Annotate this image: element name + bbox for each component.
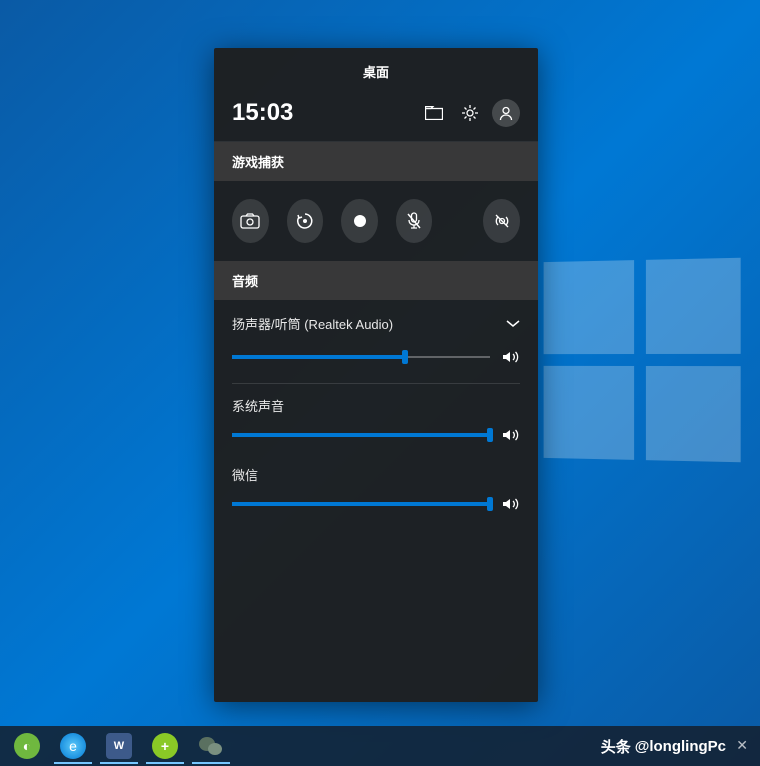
device-volume-slider[interactable] [232,347,490,367]
user-icon[interactable] [492,99,520,127]
taskbar-app1[interactable]: ◐ [4,728,50,764]
taskbar-wps[interactable]: W [96,728,142,764]
watermark-handle: @longlingPc [635,738,726,755]
mic-off-button[interactable] [396,199,433,243]
gamebar-header: 15:03 [214,91,538,142]
taskbar-edge[interactable]: e [50,728,96,764]
capture-spacer [450,199,465,243]
taskbar-wechat[interactable] [188,728,234,764]
gear-icon[interactable] [456,99,484,127]
volume-icon[interactable] [502,428,520,442]
folder-icon[interactable] [420,99,448,127]
capture-controls [214,181,538,261]
device-name: 扬声器/听筒 (Realtek Audio) [232,314,393,333]
mixer-wechat-row [232,494,520,514]
mixer-system-slider[interactable] [232,425,490,445]
gamebar-time: 15:03 [232,99,420,127]
mixer-label-system: 系统声音 [232,396,520,415]
record-last-button[interactable] [287,199,324,243]
gamebar-overlay: 桌面 15:03 游戏捕获 [214,48,538,702]
watermark-prefix: 头条 [601,736,631,757]
audio-body: 扬声器/听筒 (Realtek Audio) 系统声音 [214,300,538,702]
taskbar: ◐ e W + 头条 @longlingPc [0,726,760,766]
mixer-label-wechat: 微信 [232,465,520,484]
watermark: 头条 @longlingPc [601,736,726,757]
volume-icon[interactable] [502,350,520,364]
volume-icon[interactable] [502,497,520,511]
broadcast-button[interactable] [483,199,520,243]
device-volume-row [232,347,520,367]
audio-section-title: 音频 [214,261,538,300]
mixer-system-row [232,425,520,445]
chevron-down-icon[interactable] [506,320,520,328]
screenshot-button[interactable] [232,199,269,243]
mixer-wechat-slider[interactable] [232,494,490,514]
divider [232,383,520,384]
close-icon[interactable]: ✕ [736,737,748,754]
taskbar-plus[interactable]: + [142,728,188,764]
capture-section-title: 游戏捕获 [214,142,538,181]
gamebar-title: 桌面 [214,48,538,91]
audio-device-row: 扬声器/听筒 (Realtek Audio) [232,314,520,333]
record-button[interactable] [341,199,378,243]
desktop-windows-logo [544,258,741,462]
